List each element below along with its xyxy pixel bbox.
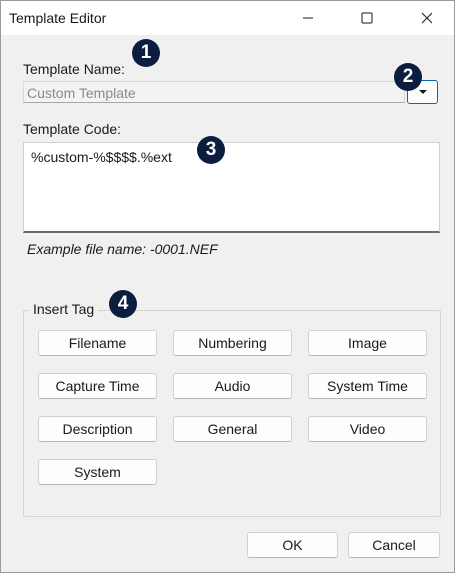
callout-badge-4: 4 xyxy=(109,290,137,318)
window-title: Template Editor xyxy=(9,10,107,26)
callout-badge-3: 3 xyxy=(197,136,225,164)
callout-badge-1: 1 xyxy=(132,39,160,67)
close-button[interactable] xyxy=(404,1,450,35)
minimize-button[interactable] xyxy=(285,1,331,35)
tag-audio-button[interactable]: Audio xyxy=(173,373,292,399)
template-code-label: Template Code: xyxy=(23,121,122,137)
tag-system-time-button[interactable]: System Time xyxy=(308,373,427,399)
tag-description-button[interactable]: Description xyxy=(38,416,157,442)
tag-image-button[interactable]: Image xyxy=(308,330,427,356)
template-name-label: Template Name: xyxy=(23,61,125,77)
template-name-field[interactable]: Custom Template xyxy=(23,81,405,103)
ok-button[interactable]: OK xyxy=(247,532,338,558)
tag-system-button[interactable]: System xyxy=(38,459,157,485)
title-bar: Template Editor xyxy=(1,1,454,35)
tag-capture-time-button[interactable]: Capture Time xyxy=(38,373,157,399)
tag-filename-button[interactable]: Filename xyxy=(38,330,157,356)
tag-general-button[interactable]: General xyxy=(173,416,292,442)
template-code-input[interactable]: %custom-%$$$$.%ext xyxy=(23,142,440,233)
insert-tag-label: Insert Tag xyxy=(29,301,99,317)
maximize-icon xyxy=(361,12,373,24)
tag-numbering-button[interactable]: Numbering xyxy=(173,330,292,356)
close-icon xyxy=(421,12,433,24)
maximize-button[interactable] xyxy=(344,1,390,35)
minimize-icon xyxy=(303,17,313,19)
example-file-name: Example file name: -0001.NEF xyxy=(27,241,218,257)
template-editor-dialog: Template Editor Template Name: Custom Te… xyxy=(0,0,455,573)
callout-badge-2: 2 xyxy=(394,63,422,91)
tag-video-button[interactable]: Video xyxy=(308,416,427,442)
chevron-down-icon xyxy=(418,89,427,94)
cancel-button[interactable]: Cancel xyxy=(348,532,440,558)
